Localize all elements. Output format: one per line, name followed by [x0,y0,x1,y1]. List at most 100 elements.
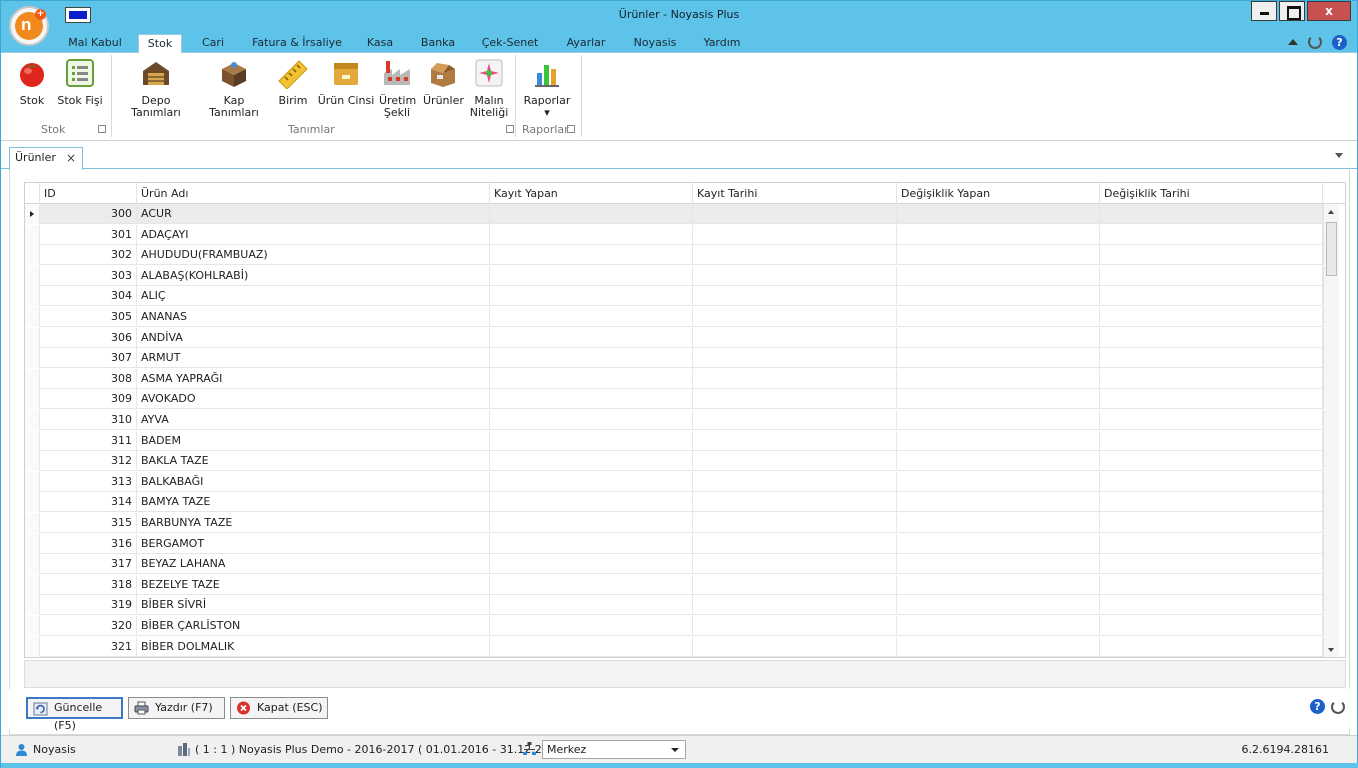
cell-id[interactable]: 316 [40,533,137,554]
cell-urun-adi[interactable]: BAMYA TAZE [137,492,490,513]
urunler-button[interactable]: Ürünler [423,57,464,107]
cell-kayit-tarihi[interactable] [693,265,897,286]
cell-urun-adi[interactable]: BİBER ÇARLİSTON [137,616,490,636]
cell-urun-adi[interactable]: ADAÇAYI [137,224,490,245]
tabs-dropdown-icon[interactable] [1335,153,1343,158]
cell-kayit-yapan[interactable] [490,513,693,533]
cell-id[interactable]: 310 [40,410,137,430]
cell-kayit-yapan[interactable] [490,348,693,369]
birim-button[interactable]: Birim [277,57,309,107]
tab-fatura-irsaliye[interactable]: Fatura & İrsaliye [247,34,347,53]
column-header-kayit-yapan[interactable]: Kayıt Yapan [490,183,693,204]
close-form-button[interactable]: Kapat (ESC) [230,697,328,719]
uretim-sekli-button[interactable]: Üretim Şekli [379,57,416,119]
cell-kayit-tarihi[interactable] [693,471,897,492]
cell-degisiklik-tarihi[interactable] [1100,265,1323,286]
cell-id[interactable]: 304 [40,286,137,307]
cell-kayit-yapan[interactable] [490,492,693,513]
cell-id[interactable]: 320 [40,616,137,636]
cell-id[interactable]: 302 [40,245,137,266]
kap-tanimlari-button[interactable]: Kap Tanımları [199,57,269,119]
cell-degisiklik-yapan[interactable] [897,471,1100,492]
cell-kayit-tarihi[interactable] [693,636,897,657]
row-indicator[interactable] [25,410,40,430]
tab-kasa[interactable]: Kasa [363,34,397,53]
close-window-button[interactable]: x [1307,1,1351,21]
app-logo-icon[interactable]: n + [9,6,49,46]
cell-degisiklik-yapan[interactable] [897,533,1100,554]
print-button[interactable]: Yazdır (F7) [128,697,225,719]
support-icon[interactable] [1331,699,1345,714]
cell-degisiklik-tarihi[interactable] [1100,636,1323,657]
row-indicator[interactable] [25,430,40,451]
cell-kayit-tarihi[interactable] [693,389,897,410]
row-indicator[interactable] [25,286,40,307]
cell-kayit-yapan[interactable] [490,327,693,348]
cell-id[interactable]: 319 [40,595,137,616]
cell-degisiklik-tarihi[interactable] [1100,492,1323,513]
table-row[interactable]: 313 BALKABAĞI [25,471,1323,492]
cell-kayit-tarihi[interactable] [693,348,897,369]
cell-degisiklik-yapan[interactable] [897,554,1100,575]
raporlar-button[interactable]: Raporlar ▾ [523,57,571,119]
cell-id[interactable]: 311 [40,430,137,451]
row-indicator[interactable] [25,554,40,575]
cell-degisiklik-yapan[interactable] [897,265,1100,286]
cell-urun-adi[interactable]: BEZELYE TAZE [137,574,490,595]
scroll-down-icon[interactable] [1328,648,1334,652]
cell-urun-adi[interactable]: ALIÇ [137,286,490,307]
cell-degisiklik-yapan[interactable] [897,430,1100,451]
row-indicator[interactable] [25,327,40,348]
cell-degisiklik-tarihi[interactable] [1100,533,1323,554]
cell-urun-adi[interactable]: ANANAS [137,307,490,327]
cell-urun-adi[interactable]: BADEM [137,430,490,451]
cell-id[interactable]: 309 [40,389,137,410]
cell-degisiklik-tarihi[interactable] [1100,595,1323,616]
cell-degisiklik-tarihi[interactable] [1100,451,1323,472]
cell-kayit-yapan[interactable] [490,616,693,636]
group-tanimlar-launcher-icon[interactable] [506,125,514,133]
cell-degisiklik-tarihi[interactable] [1100,327,1323,348]
cell-kayit-yapan[interactable] [490,286,693,307]
row-indicator[interactable] [25,348,40,369]
table-row[interactable]: 316 BERGAMOT [25,533,1323,554]
cell-urun-adi[interactable]: BİBER SİVRİ [137,595,490,616]
cell-urun-adi[interactable]: ARMUT [137,348,490,369]
cell-kayit-yapan[interactable] [490,451,693,472]
cell-degisiklik-yapan[interactable] [897,513,1100,533]
help-icon[interactable]: ? [1310,699,1325,714]
column-header-urun-adi[interactable]: Ürün Adı [137,183,490,204]
row-indicator[interactable] [25,533,40,554]
row-indicator[interactable] [25,574,40,595]
cell-urun-adi[interactable]: BEYAZ LAHANA [137,554,490,575]
table-row[interactable]: 301 ADAÇAYI [25,224,1323,245]
table-row[interactable]: 314 BAMYA TAZE [25,492,1323,513]
stok-fisi-button[interactable]: Stok Fişi [57,57,103,107]
tab-ayarlar[interactable]: Ayarlar [563,34,609,53]
cell-urun-adi[interactable]: BARBUNYA TAZE [137,513,490,533]
urun-cinsi-button[interactable]: Ürün Cinsi [317,57,375,107]
cell-urun-adi[interactable]: BALKABAĞI [137,471,490,492]
cell-degisiklik-yapan[interactable] [897,327,1100,348]
malin-niteligi-button[interactable]: Malın Niteliği [469,57,509,119]
table-row[interactable]: 319 BİBER SİVRİ [25,595,1323,616]
table-row[interactable]: 302 AHUDUDU(FRAMBUAZ) [25,245,1323,266]
cell-degisiklik-tarihi[interactable] [1100,410,1323,430]
cell-degisiklik-yapan[interactable] [897,636,1100,657]
tab-mal-kabul[interactable]: Mal Kabul [63,34,127,53]
cell-id[interactable]: 321 [40,636,137,657]
cell-kayit-tarihi[interactable] [693,245,897,266]
row-indicator[interactable] [25,595,40,616]
products-grid[interactable]: ID Ürün Adı Kayıt Yapan Kayıt Tarihi Değ… [24,182,1346,658]
row-indicator[interactable] [25,636,40,657]
support-icon[interactable] [1308,35,1322,49]
help-icon[interactable]: ? [1332,34,1347,50]
cell-urun-adi[interactable]: ANDİVA [137,327,490,348]
cell-urun-adi[interactable]: ALABAŞ(KOHLRABİ) [137,265,490,286]
table-row[interactable]: 321 BİBER DOLMALIK [25,636,1323,657]
cell-kayit-yapan[interactable] [490,533,693,554]
table-row[interactable]: 308 ASMA YAPRAĞI [25,368,1323,389]
tab-stok[interactable]: Stok [138,34,182,54]
table-row[interactable]: 312 BAKLA TAZE [25,451,1323,472]
table-row[interactable]: 305 ANANAS [25,307,1323,327]
